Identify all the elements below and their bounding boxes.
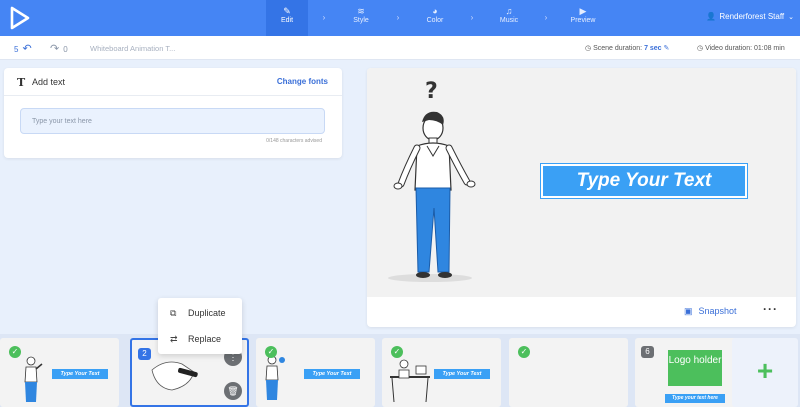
scene-text-placeholder: Type Your Text [434,369,490,379]
duplicate-menu-item[interactable]: ⧉ Duplicate [170,306,226,320]
scene-preview: ? Type Your Text ▣ Snapshot ··· [367,68,796,327]
scene-thumbnail-1[interactable]: ✓ Type Your Text [0,338,119,407]
add-scene-button[interactable]: + [732,338,798,407]
snapshot-button[interactable]: ▣ Snapshot [684,306,737,317]
tab-edit[interactable]: ✎ Edit [266,0,308,36]
undo-icon: ↶ [22,43,32,55]
add-text-header: T Add text Change fonts [4,68,342,96]
add-text-title: Add text [32,77,66,87]
chevron-right-icon: › [396,13,400,22]
replace-menu-item[interactable]: ⇄ Replace [170,332,221,346]
duplicate-icon: ⧉ [170,307,177,318]
scene-text-placeholder: Type Your Text [304,369,360,379]
trash-icon[interactable]: 🗑 [224,382,242,400]
clock-icon: ◷ [697,45,704,52]
clock-icon: ◷ [585,45,592,52]
renderforest-logo[interactable] [8,6,32,30]
layers-icon: ≋ [357,6,365,16]
scene-complete-check-icon: ✓ [9,346,21,358]
undo-button[interactable]: 5 ↶ [14,42,32,55]
tab-music[interactable]: ♫ Music [488,0,530,36]
user-menu[interactable]: 👤 Renderforest Staff ⌄ [706,12,794,21]
scene-thumbnail-5[interactable]: ✓ [509,338,628,407]
tab-style[interactable]: ≋ Style [340,0,382,36]
scene-duration[interactable]: ◷ Scene duration: 7 sec ✎ [585,44,669,52]
preview-stage[interactable]: ? Type Your Text [367,68,796,297]
scene-number-badge: 6 [641,346,654,358]
chevron-right-icon: › [322,13,326,22]
scene-complete-check-icon: ✓ [518,346,530,358]
video-duration: ◷ Video duration: 01:08 min [697,45,785,52]
text-icon: T [17,76,26,89]
user-icon: 👤 [706,12,717,21]
text-input[interactable]: Type your text here [20,108,325,134]
change-fonts-link[interactable]: Change fonts [277,77,328,86]
scene-context-menu: ⧉ Duplicate ⇄ Replace [158,298,242,354]
redo-icon: ↷ [50,43,60,55]
scene-thumbnail-4[interactable]: ✓ Type Your Text [382,338,501,407]
svg-text:?: ? [425,79,438,104]
text-placeholder-overlay[interactable]: Type Your Text [540,163,748,199]
scene-complete-check-icon: ✓ [391,346,403,358]
project-title[interactable]: Whiteboard Animation T... [90,44,175,53]
pencil-icon: ✎ [283,6,291,16]
chevron-right-icon: › [544,13,548,22]
editor-steps: ✎ Edit › ≋ Style › ◕ Color › ♫ Music › ▶… [266,0,604,36]
top-bar: ✎ Edit › ≋ Style › ◕ Color › ♫ Music › ▶… [0,0,800,36]
add-text-panel: T Add text Change fonts Type your text h… [4,68,342,158]
chevron-right-icon: › [470,13,474,22]
scene-complete-check-icon: ✓ [265,346,277,358]
tab-color[interactable]: ◕ Color [414,0,456,36]
scene-thumbnail-3[interactable]: ✓ Type Your Text [256,338,375,407]
edit-pencil-icon: ✎ [663,45,670,52]
redo-button[interactable]: ↷ 0 [50,42,68,55]
image-icon: ▣ [684,306,693,316]
swap-icon: ⇄ [170,333,178,344]
scene-strip: ✓ Type Your Text 2 ⋮ 🗑 ✓ Type Your Text [0,334,800,407]
logo-holder: Logo holder [668,350,722,386]
scene-text-placeholder: Type Your Text [52,369,108,379]
scene-text-placeholder: Type your text here [665,394,725,403]
music-note-icon: ♫ [505,6,513,16]
character-count: 0/148 characters advised [266,138,322,144]
editor-subbar: 5 ↶ ↷ 0 Whiteboard Animation T... ◷ Scene … [0,36,800,60]
tab-preview[interactable]: ▶ Preview [562,0,604,36]
more-options-icon[interactable]: ··· [763,302,778,316]
palette-icon: ◕ [432,6,438,16]
scene-number-badge: 2 [138,348,151,360]
chevron-down-icon: ⌄ [788,14,794,21]
play-icon: ▶ [579,6,587,16]
